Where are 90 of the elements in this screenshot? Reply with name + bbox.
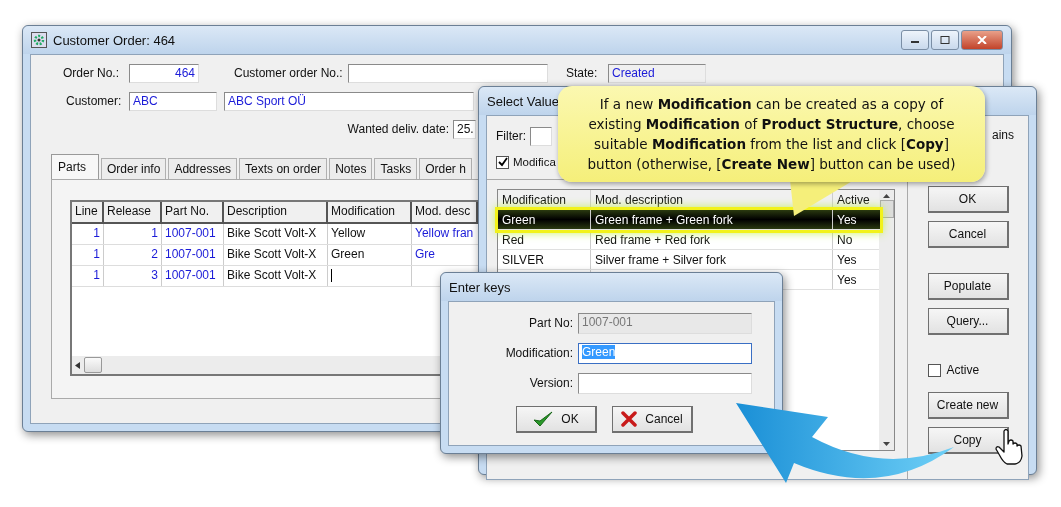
- table-cell: 1007-001: [162, 245, 224, 265]
- tab[interactable]: Order info: [101, 158, 167, 179]
- scroll-left-arrow-icon[interactable]: [75, 361, 80, 369]
- gear-icon: [31, 32, 47, 48]
- table-cell-text: Yellow fran: [414, 225, 475, 242]
- table-cell: Bike Scott Volt-X: [224, 266, 328, 286]
- table-cell: 1007-001: [162, 224, 224, 244]
- window-title: Customer Order: 464: [53, 32, 176, 48]
- minimize-button[interactable]: [901, 30, 929, 50]
- text-cursor: [331, 269, 332, 283]
- table-cell: Yellow: [328, 224, 412, 244]
- window-title: Select Value: [487, 93, 560, 109]
- dialog-button[interactable]: Populate: [927, 273, 1009, 300]
- table-cell-text: Gre: [414, 246, 436, 263]
- order-number-field[interactable]: 464: [129, 63, 199, 83]
- field-label: Customer:: [66, 94, 123, 108]
- dialog-button[interactable]: Query...: [927, 308, 1009, 335]
- dialog-button[interactable]: Create new: [927, 392, 1009, 419]
- input-field[interactable]: [578, 372, 752, 394]
- field-label: Customer order No.:: [234, 66, 344, 80]
- table-cell: 1007-001: [162, 266, 224, 286]
- column-header[interactable]: Modification: [328, 202, 412, 222]
- dialog-button[interactable]: OK: [927, 186, 1009, 213]
- field-label: Part No:: [528, 316, 573, 330]
- tab[interactable]: Parts: [51, 154, 99, 179]
- list-cell: Red frame + Red fork: [591, 230, 833, 249]
- tab[interactable]: Order h: [419, 158, 472, 179]
- checkbox[interactable]: [927, 363, 941, 377]
- dialog-button[interactable]: OK: [516, 406, 597, 433]
- field-label: Modification:: [504, 346, 573, 360]
- list-cell: Green: [498, 210, 591, 229]
- vertical-scrollbar[interactable]: [879, 190, 894, 450]
- list-row[interactable]: Green Green frame + Green fork Yes: [498, 210, 880, 230]
- close-button[interactable]: [961, 30, 1003, 50]
- field-label: Order No.:: [63, 66, 120, 80]
- customer-name-field[interactable]: ABC Sport OÜ: [224, 91, 474, 111]
- tab[interactable]: Texts on order: [239, 158, 328, 179]
- close-icon: [977, 36, 987, 44]
- filter-field[interactable]: [530, 126, 552, 146]
- list-cell-text: Yes: [836, 272, 858, 289]
- list-row[interactable]: SILVER Silver frame + Silver fork Yes: [498, 250, 880, 270]
- table-cell: 2: [104, 245, 162, 265]
- dialog-button[interactable]: Cancel: [612, 406, 693, 433]
- window-title: Enter keys: [449, 279, 511, 295]
- checkbox-label: ains: [992, 128, 1014, 144]
- checkbox-label: Active: [946, 363, 980, 377]
- callout-text: If a new Modification can be created as a copy of existing Modification of Product Structure, choose suitable Modification from the list and click [Copy] button (otherwise, [Create New] button can be used): [586, 95, 957, 174]
- checkbox[interactable]: [496, 155, 509, 169]
- column-header[interactable]: Description: [224, 202, 328, 222]
- field-label: Version:: [528, 376, 573, 390]
- check-icon: [533, 411, 554, 427]
- table-cell: 1: [104, 224, 162, 244]
- table-cell: 1: [72, 245, 104, 265]
- list-cell-text: No: [836, 232, 854, 249]
- column-header[interactable]: Line: [72, 202, 104, 222]
- list-cell: Red: [498, 230, 591, 249]
- date-field[interactable]: 25.: [453, 119, 476, 139]
- list-row[interactable]: Red Red frame + Red fork No: [498, 230, 880, 250]
- table-cell: Green: [328, 245, 412, 265]
- list-cell: SILVER: [498, 250, 591, 269]
- selected-text: Green: [582, 344, 616, 359]
- maximize-button[interactable]: [931, 30, 959, 50]
- table-cell: 1: [72, 224, 104, 244]
- tab[interactable]: Addresses: [168, 158, 238, 179]
- field-label: Wanted deliv. date:: [346, 122, 449, 136]
- tab[interactable]: Tasks: [374, 158, 418, 179]
- dialog-button[interactable]: Cancel: [927, 221, 1009, 248]
- maximize-icon: [940, 36, 950, 44]
- field-label: Filter:: [496, 129, 526, 143]
- list-cell-text: Yes: [836, 252, 858, 269]
- customer-order-number-field[interactable]: [348, 63, 548, 83]
- hand-cursor-icon: [995, 428, 1025, 466]
- table-cell: Bike Scott Volt-X: [224, 224, 328, 244]
- list-cell: Silver frame + Silver fork: [591, 250, 833, 269]
- scroll-thumb[interactable]: [84, 357, 102, 373]
- column-header[interactable]: Active: [833, 190, 880, 209]
- table-cell: 3: [104, 266, 162, 286]
- state-field: Created: [608, 63, 706, 83]
- field-label: State:: [566, 66, 599, 80]
- column-header[interactable]: Release: [104, 202, 162, 222]
- tab[interactable]: Notes: [329, 158, 373, 179]
- column-header[interactable]: Part No.: [162, 202, 224, 222]
- customer-code-field[interactable]: ABC: [129, 91, 217, 111]
- list-cell-text: Yes: [836, 212, 858, 229]
- table-cell: 1: [72, 266, 104, 286]
- scroll-down-arrow-icon[interactable]: [883, 442, 890, 446]
- cross-icon: [621, 411, 638, 427]
- checkbox-label: Modifica: [513, 156, 556, 168]
- table-cell: Bike Scott Volt-X: [224, 245, 328, 265]
- scroll-up-arrow-icon[interactable]: [883, 194, 890, 198]
